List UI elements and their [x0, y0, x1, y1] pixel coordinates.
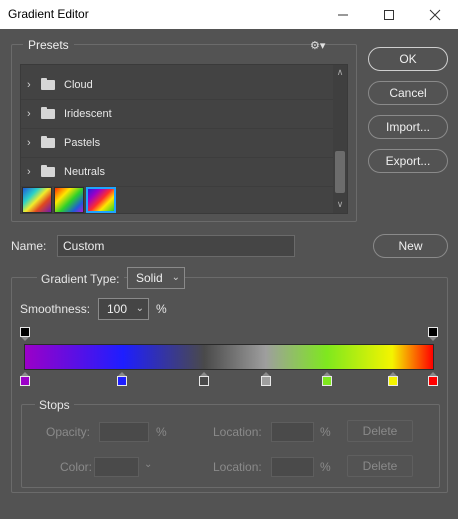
gradient-swatch-selected[interactable]: [86, 187, 116, 213]
gradient-type-label: Gradient Type:: [37, 272, 124, 286]
import-button[interactable]: Import...: [368, 115, 448, 139]
gradient-type-select[interactable]: Solid ⌄: [127, 267, 185, 289]
gear-icon[interactable]: ⚙▾: [310, 39, 325, 52]
window-title: Gradient Editor: [8, 7, 89, 21]
color-stop-swatch: [260, 376, 271, 386]
color-stop[interactable]: [117, 372, 128, 386]
color-location-field: [271, 457, 314, 477]
opacity-location-label: Location:: [213, 425, 262, 439]
opacity-label: Opacity:: [46, 425, 91, 439]
preset-folder-label: Pastels: [64, 137, 101, 149]
opacity-stop-pointer: [429, 337, 437, 341]
close-icon-glyph: [429, 9, 441, 20]
opacity-location-unit: %: [320, 425, 331, 439]
smoothness-value: 100: [107, 302, 128, 316]
scroll-up-icon[interactable]: ∧: [333, 67, 347, 78]
minimize-icon-glyph: [338, 14, 348, 15]
gradient-swatch[interactable]: [54, 187, 84, 213]
preset-folder-neutrals[interactable]: › Neutrals: [21, 158, 333, 187]
color-label: Color:: [60, 460, 93, 474]
presets-list[interactable]: › Cloud › Iridescent › Pastels › Neutral…: [20, 64, 348, 214]
ok-button[interactable]: OK: [368, 47, 448, 71]
chevron-down-icon: ⌄: [171, 272, 180, 283]
color-stop-swatch: [388, 376, 398, 386]
color-stop-swatch: [20, 376, 30, 386]
presets-scrollbar[interactable]: ∧ ∨: [333, 65, 347, 213]
name-label: Name:: [11, 239, 47, 253]
color-location-unit: %: [320, 460, 331, 474]
delete-opacity-stop-button: Delete: [347, 420, 413, 442]
chevron-right-icon[interactable]: ›: [27, 137, 31, 149]
smoothness-unit: %: [156, 302, 167, 316]
chevron-right-icon[interactable]: ›: [27, 79, 31, 91]
color-stop-swatch: [322, 376, 333, 386]
color-location-label: Location:: [213, 460, 262, 474]
close-icon[interactable]: [412, 0, 458, 29]
chevron-down-icon: ⌄: [144, 459, 153, 470]
smoothness-input[interactable]: 100 ⌄: [98, 298, 149, 320]
stops-label: Stops: [35, 398, 74, 412]
folder-icon: [41, 165, 55, 177]
folder-icon: [41, 136, 55, 148]
preset-folder-label: Neutrals: [64, 166, 105, 178]
scroll-thumb[interactable]: [335, 151, 345, 193]
gradient-bar[interactable]: [24, 344, 434, 370]
presets-label: Presets: [23, 38, 74, 52]
scroll-down-icon[interactable]: ∨: [333, 199, 347, 210]
chevron-down-icon[interactable]: ⌄: [136, 299, 144, 319]
opacity-field: [99, 422, 149, 442]
opacity-stop[interactable]: [20, 327, 30, 341]
preset-folder-label: Iridescent: [64, 108, 112, 120]
color-stop[interactable]: [199, 372, 210, 386]
gradient-type-value: Solid: [136, 271, 163, 285]
opacity-stop-pointer: [21, 337, 29, 341]
folder-icon: [41, 107, 55, 119]
color-stop-swatch: [117, 376, 128, 386]
opacity-unit: %: [156, 425, 167, 439]
color-stop-swatch: [428, 376, 438, 386]
title-bar: Gradient Editor: [0, 0, 458, 29]
color-stop[interactable]: [20, 372, 30, 386]
color-stop-swatch: [199, 376, 210, 386]
preset-folder-pastels[interactable]: › Pastels: [21, 129, 333, 158]
maximize-icon[interactable]: [366, 0, 412, 29]
chevron-right-icon[interactable]: ›: [27, 108, 31, 120]
color-stop[interactable]: [428, 372, 438, 386]
opacity-stop-swatch: [428, 327, 438, 337]
opacity-stop-swatch: [20, 327, 30, 337]
preset-folder-cloud[interactable]: › Cloud: [21, 71, 333, 100]
new-button[interactable]: New: [373, 234, 448, 258]
color-stop[interactable]: [260, 372, 271, 386]
chevron-right-icon[interactable]: ›: [27, 166, 31, 178]
color-stop[interactable]: [388, 372, 398, 386]
folder-icon: [41, 78, 55, 90]
color-swatch-field: [94, 457, 139, 477]
preset-folder-iridescent[interactable]: › Iridescent: [21, 100, 333, 129]
gradient-swatch[interactable]: [22, 187, 52, 213]
maximize-icon-glyph: [384, 9, 394, 20]
minimize-icon[interactable]: [320, 0, 366, 29]
export-button[interactable]: Export...: [368, 149, 448, 173]
delete-color-stop-button: Delete: [347, 455, 413, 477]
preset-folder-label: Cloud: [64, 79, 93, 91]
color-stop[interactable]: [322, 372, 333, 386]
opacity-stop[interactable]: [428, 327, 438, 341]
smoothness-label: Smoothness:: [20, 302, 91, 316]
opacity-location-field: [271, 422, 314, 442]
cancel-button[interactable]: Cancel: [368, 81, 448, 105]
name-input[interactable]: Custom: [57, 235, 295, 257]
